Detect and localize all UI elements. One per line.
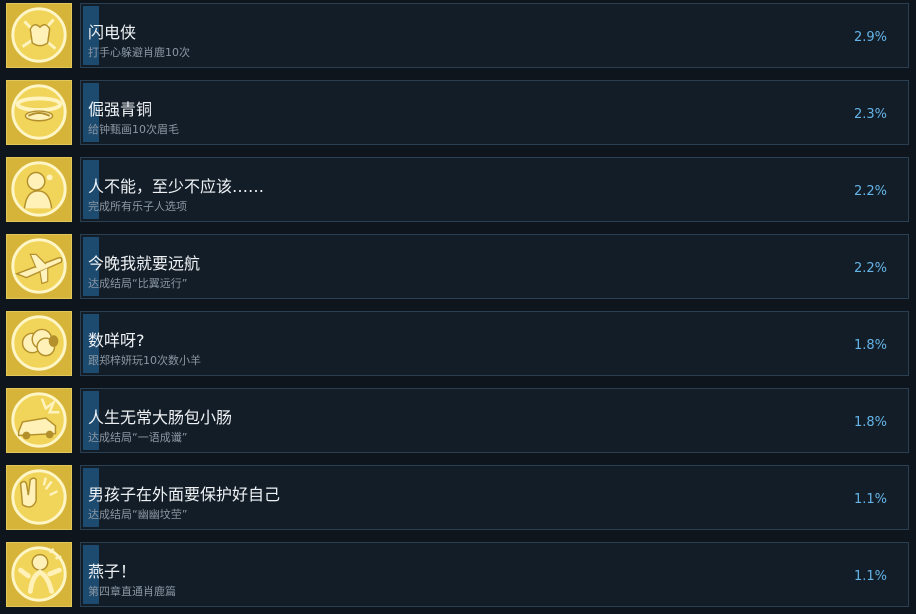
achievement-row[interactable]: 今晚我就要远航 达成结局“比翼远行” 2.2% <box>0 231 916 301</box>
achievement-description: 达成结局“幽幽坟茔” <box>88 508 188 521</box>
achievement-panel: 倔强青铜 给钟甄画10次眉毛 2.3% <box>80 80 909 145</box>
airplane-icon <box>6 234 72 299</box>
unlock-percentage: 2.9% <box>853 30 887 45</box>
achievement-panel: 燕子！ 第四章直通肖鹿篇 1.1% <box>80 542 909 607</box>
achievement-row[interactable]: 人生无常大肠包小肠 达成结局“一语成谶” 1.8% <box>0 385 916 455</box>
achievement-description: 跟郑梓妍玩10次数小羊 <box>88 354 201 367</box>
achievement-row[interactable]: 倔强青铜 给钟甄画10次眉毛 2.3% <box>0 77 916 147</box>
achievement-row[interactable]: 人不能，至少不应该…… 完成所有乐子人选项 2.2% <box>0 154 916 224</box>
unlock-percentage: 2.2% <box>853 261 887 276</box>
unlock-percentage: 2.3% <box>853 107 887 122</box>
sheep-icon <box>6 311 72 376</box>
achievement-row[interactable]: 男孩子在外面要保护好自己 达成结局“幽幽坟茔” 1.1% <box>0 462 916 532</box>
unlock-percentage: 1.1% <box>853 569 887 584</box>
slap-hands-icon <box>6 3 72 68</box>
achievement-title: 闪电侠 <box>88 23 137 42</box>
achievement-panel: 数咩呀? 跟郑梓妍玩10次数小羊 1.8% <box>80 311 909 376</box>
raised-hands-icon <box>6 465 72 530</box>
achievement-panel: 今晚我就要远航 达成结局“比翼远行” 2.2% <box>80 234 909 299</box>
achievement-title: 男孩子在外面要保护好自己 <box>88 485 281 504</box>
achievement-row[interactable]: 燕子！ 第四章直通肖鹿篇 1.1% <box>0 539 916 609</box>
achievement-description: 达成结局“比翼远行” <box>88 277 188 290</box>
achievement-description: 第四章直通肖鹿篇 <box>88 585 176 598</box>
unlock-percentage: 1.8% <box>853 415 887 430</box>
achievement-panel: 人不能，至少不应该…… 完成所有乐子人选项 2.2% <box>80 157 909 222</box>
achievement-title: 人不能，至少不应该…… <box>88 177 265 196</box>
achievement-description: 完成所有乐子人选项 <box>88 200 187 213</box>
achievement-title: 燕子！ <box>88 562 137 581</box>
achievement-title: 数咩呀? <box>88 331 145 350</box>
achievement-row[interactable]: 数咩呀? 跟郑梓妍玩10次数小羊 1.8% <box>0 308 916 378</box>
unlock-percentage: 1.1% <box>853 492 887 507</box>
achievement-description: 达成结局“一语成谶” <box>88 431 188 444</box>
thinking-person-icon <box>6 157 72 222</box>
unlock-percentage: 1.8% <box>853 338 887 353</box>
achievement-panel: 男孩子在外面要保护好自己 达成结局“幽幽坟茔” 1.1% <box>80 465 909 530</box>
achievement-title: 倔强青铜 <box>88 100 153 119</box>
running-figure-icon <box>6 542 72 607</box>
achievement-panel: 人生无常大肠包小肠 达成结局“一语成谶” 1.8% <box>80 388 909 453</box>
unlock-percentage: 2.2% <box>853 184 887 199</box>
achievement-title: 人生无常大肠包小肠 <box>88 408 233 427</box>
achievement-description: 给钟甄画10次眉毛 <box>88 123 179 136</box>
achievement-description: 打手心躲避肖鹿10次 <box>88 46 190 59</box>
achievement-title: 今晚我就要远航 <box>88 254 201 273</box>
achievement-list: 闪电侠 打手心躲避肖鹿10次 2.9% 倔强青铜 给钟甄画10次眉毛 2.3% <box>0 0 916 614</box>
achievement-panel: 闪电侠 打手心躲避肖鹿10次 2.9% <box>80 3 909 68</box>
car-crash-icon <box>6 388 72 453</box>
eyebrow-icon <box>6 80 72 145</box>
achievement-row[interactable]: 闪电侠 打手心躲避肖鹿10次 2.9% <box>0 0 916 70</box>
